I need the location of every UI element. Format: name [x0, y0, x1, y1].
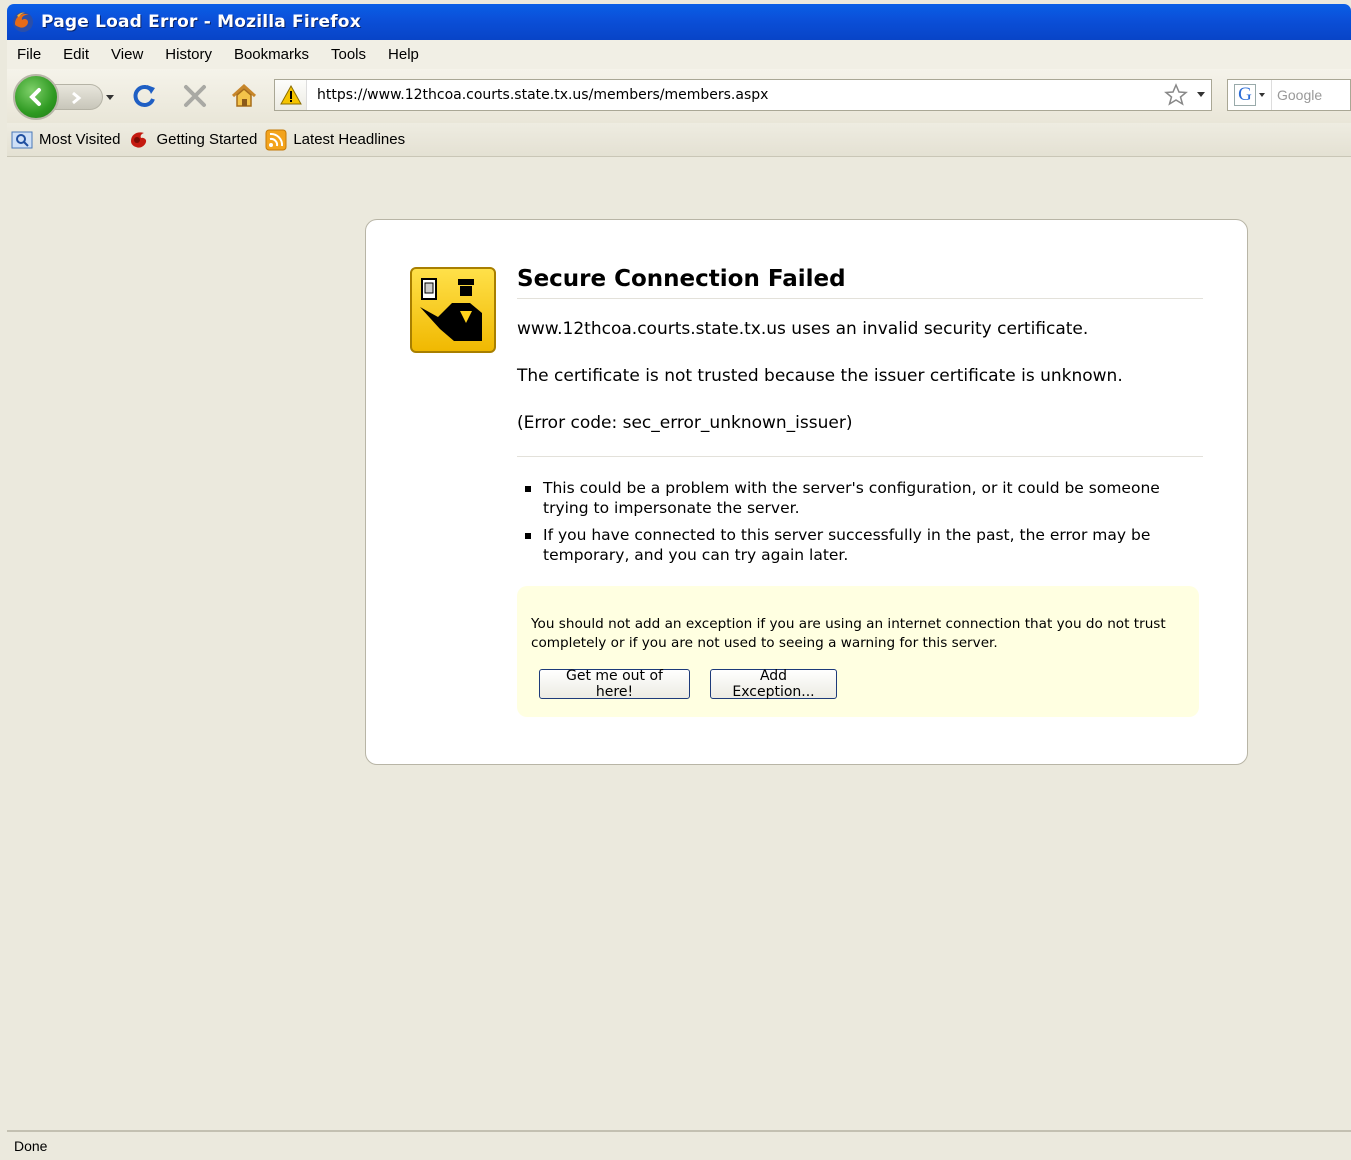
status-text: Done: [14, 1138, 48, 1154]
back-arrow-icon: [29, 88, 41, 106]
window-title: Page Load Error - Mozilla Firefox: [41, 12, 361, 32]
warning-triangle-icon: [279, 85, 302, 105]
menu-help[interactable]: Help: [388, 46, 419, 63]
page-content: Secure Connection Failed www.12thcoa.cou…: [7, 158, 1351, 1130]
exception-warning-panel: You should not add an exception if you a…: [517, 586, 1199, 717]
firefox-icon: [13, 12, 33, 32]
history-dropdown-icon[interactable]: [106, 95, 114, 100]
menu-edit[interactable]: Edit: [63, 46, 89, 63]
forward-arrow-icon: [72, 91, 82, 105]
get-me-out-button[interactable]: Get me out of here!: [539, 668, 690, 700]
back-button[interactable]: [13, 74, 59, 120]
error-explanation-list: This could be a problem with the server'…: [523, 478, 1183, 572]
bookmark-label: Getting Started: [156, 131, 258, 148]
firefox-getting-started-icon: [128, 129, 150, 151]
home-icon: [231, 83, 257, 107]
reload-button[interactable]: [130, 81, 160, 111]
divider: [517, 456, 1203, 457]
error-description-reason: The certificate is not trusted because t…: [517, 366, 1123, 386]
home-button[interactable]: [229, 81, 259, 111]
bookmark-latest-headlines[interactable]: Latest Headlines: [265, 129, 405, 151]
list-item: If you have connected to this server suc…: [523, 525, 1183, 565]
url-bar[interactable]: https://www.12thcoa.courts.state.tx.us/m…: [274, 79, 1212, 111]
bookmark-label: Latest Headlines: [293, 131, 406, 148]
bookmarks-toolbar: Most Visited Getting Started Latest Head…: [7, 123, 1351, 157]
site-identity-warning-icon[interactable]: [275, 80, 307, 110]
window-titlebar[interactable]: Page Load Error - Mozilla Firefox: [7, 4, 1351, 40]
back-forward-group: [13, 74, 118, 120]
stop-button[interactable]: [180, 81, 210, 111]
reload-icon: [133, 85, 155, 107]
search-engine-selector[interactable]: G: [1228, 80, 1272, 110]
search-input[interactable]: Google: [1272, 87, 1322, 103]
menu-history[interactable]: History: [165, 46, 212, 63]
google-icon: G: [1234, 84, 1256, 106]
menu-tools[interactable]: Tools: [331, 46, 366, 63]
error-page-container: Secure Connection Failed www.12thcoa.cou…: [365, 219, 1248, 765]
status-bar: Done: [7, 1130, 1351, 1160]
star-icon: [1164, 83, 1188, 106]
bookmark-getting-started[interactable]: Getting Started: [128, 129, 257, 151]
stop-icon: [184, 85, 206, 107]
url-text[interactable]: https://www.12thcoa.courts.state.tx.us/m…: [307, 87, 1161, 103]
navigation-toolbar: https://www.12thcoa.courts.state.tx.us/m…: [7, 69, 1351, 123]
bookmark-star-button[interactable]: [1161, 83, 1191, 107]
error-title: Secure Connection Failed: [517, 266, 1203, 299]
menu-bookmarks[interactable]: Bookmarks: [234, 46, 309, 63]
certificate-officer-icon: [410, 267, 496, 353]
bookmark-most-visited[interactable]: Most Visited: [11, 129, 120, 151]
engine-dropdown-icon: [1259, 92, 1265, 97]
search-bar[interactable]: G Google: [1227, 79, 1351, 111]
menu-file[interactable]: File: [17, 46, 41, 63]
list-item: This could be a problem with the server'…: [523, 478, 1183, 518]
menu-bar: File Edit View History Bookmarks Tools H…: [7, 40, 1351, 69]
rss-feed-icon: [265, 129, 287, 151]
url-dropdown-button[interactable]: [1191, 92, 1211, 98]
menu-view[interactable]: View: [111, 46, 143, 63]
forward-button[interactable]: [53, 84, 103, 110]
add-exception-button[interactable]: Add Exception...: [710, 668, 837, 700]
chevron-down-icon: [1197, 92, 1205, 97]
error-description-host: www.12thcoa.courts.state.tx.us uses an i…: [517, 319, 1089, 339]
error-code: (Error code: sec_error_unknown_issuer): [517, 413, 853, 433]
exception-warning-text: You should not add an exception if you a…: [531, 616, 1166, 651]
bookmark-label: Most Visited: [39, 131, 121, 148]
most-visited-icon: [11, 129, 33, 151]
